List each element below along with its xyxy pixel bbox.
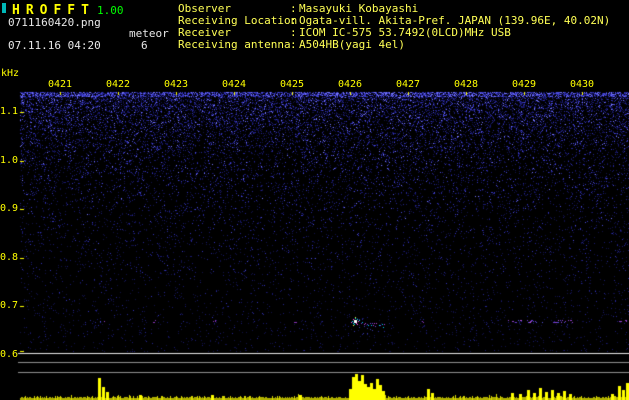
freq-label: 1.0 bbox=[0, 155, 19, 166]
time-label: 0422 bbox=[105, 79, 131, 90]
freq-label: 0.8 bbox=[0, 252, 19, 263]
time-label: 0427 bbox=[395, 79, 421, 90]
time-label: 0424 bbox=[221, 79, 247, 90]
freq-label: 0.7 bbox=[0, 300, 19, 311]
time-label: 0429 bbox=[511, 79, 537, 90]
time-label: 0423 bbox=[163, 79, 189, 90]
info-label: Receiving antenna bbox=[178, 38, 291, 51]
freq-label: 1.1 bbox=[0, 106, 19, 117]
time-label: 0425 bbox=[279, 79, 305, 90]
freq-label: 0.6 bbox=[0, 349, 19, 360]
time-label: 0421 bbox=[47, 79, 73, 90]
meteor-count: 6 bbox=[141, 39, 148, 52]
info-separator: : bbox=[290, 38, 297, 51]
hrofft-screenshot: HROFFT 1.00 0711160420.png meteor 07.11.… bbox=[0, 0, 629, 400]
time-label: 0428 bbox=[453, 79, 479, 90]
freq-label: 0.9 bbox=[0, 203, 19, 214]
info-row-antenna: Receiving antenna: A504HB(yagi 4el) bbox=[178, 39, 610, 51]
logo-mark-icon bbox=[2, 3, 6, 13]
time-label: 0426 bbox=[337, 79, 363, 90]
mode-label: meteor bbox=[129, 27, 169, 40]
spectrogram-canvas bbox=[0, 0, 629, 400]
station-info: Observer: Masayuki Kobayashi Receiving Lo… bbox=[178, 3, 610, 51]
app-version: 1.00 bbox=[97, 4, 124, 17]
output-filename: 0711160420.png bbox=[8, 16, 101, 29]
observation-datetime: 07.11.16 04:20 bbox=[8, 39, 101, 52]
freq-axis-unit: kHz bbox=[1, 68, 20, 79]
time-label: 0430 bbox=[569, 79, 595, 90]
info-value: A504HB(yagi 4el) bbox=[299, 38, 405, 51]
